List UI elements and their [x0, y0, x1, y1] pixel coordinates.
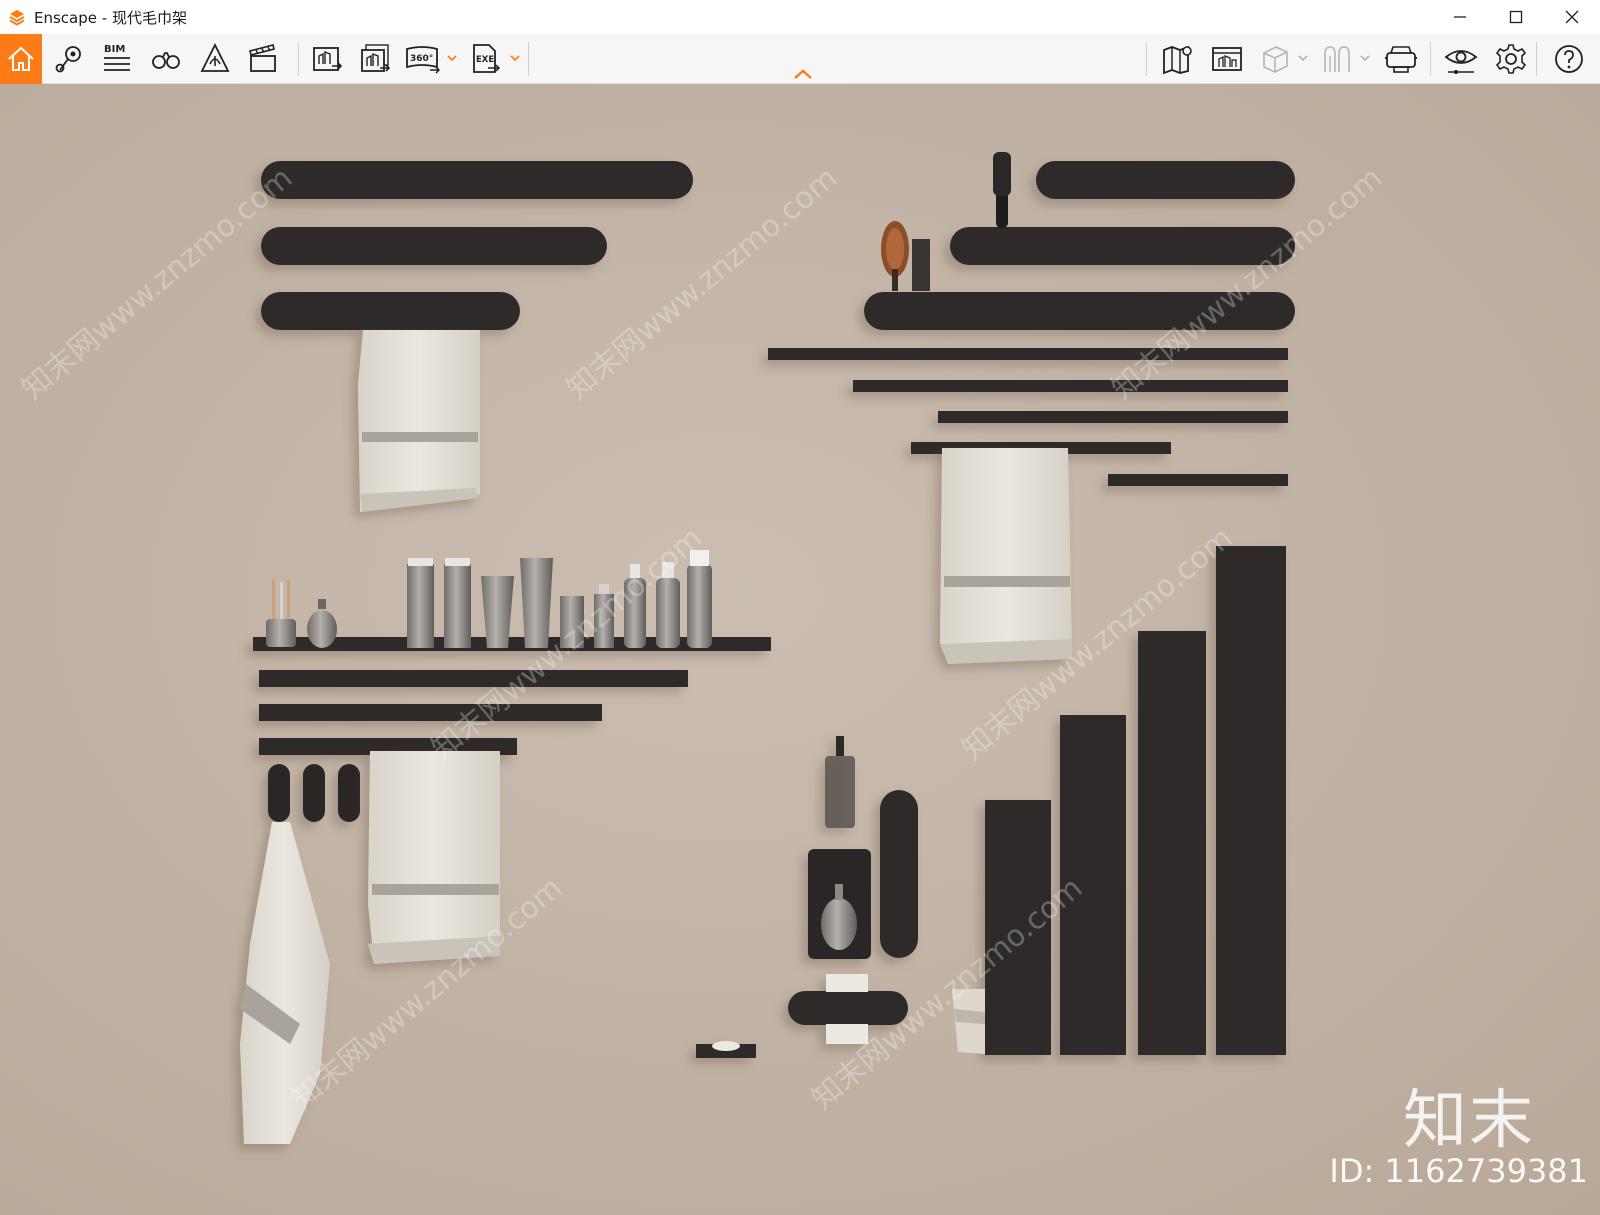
glass-dispenser: [825, 756, 855, 828]
enscape-logo-icon: [9, 10, 25, 26]
ledge-shelf: [259, 670, 688, 687]
cube-view-icon: [1263, 46, 1288, 73]
vr-headset-button[interactable]: [1380, 38, 1422, 80]
clapperboard-icon: [249, 44, 276, 72]
wall-hooks: [268, 764, 360, 822]
rounded-shelf: [261, 161, 693, 199]
rounded-shelf: [1036, 161, 1295, 199]
ledge-shelf: [259, 704, 602, 721]
rounded-shelf: [261, 292, 520, 330]
hanging-towel: [358, 330, 480, 512]
video-editor-button[interactable]: [242, 38, 284, 80]
panorama-button[interactable]: 360°: [402, 38, 444, 80]
settings-gear-icon: [1495, 44, 1527, 74]
app-name: Enscape: [34, 8, 97, 27]
close-icon: [1565, 10, 1579, 24]
collapse-toolbar-chevron-icon[interactable]: [792, 68, 814, 80]
cube-view-button[interactable]: [1254, 38, 1296, 80]
render-image-icon: [313, 47, 343, 71]
sun-study-icon: [1324, 46, 1350, 72]
window-controls: [1432, 0, 1600, 34]
export-exe-icon: EXE: [473, 44, 501, 73]
maximize-icon: [1509, 10, 1523, 24]
asset-library-button[interactable]: [194, 38, 236, 80]
close-button[interactable]: [1544, 0, 1600, 34]
toolbar-separator: [528, 42, 529, 76]
cube-view-dropdown-icon[interactable]: [1297, 52, 1309, 64]
window-title: Enscape - 现代毛巾架: [34, 7, 187, 28]
binoculars-icon: [152, 52, 180, 69]
hook: [338, 764, 360, 822]
render-window-icon: [1212, 47, 1242, 71]
rounded-shelf-group-top-left: [261, 161, 693, 330]
settings-button[interactable]: [1490, 38, 1532, 80]
home-icon: [8, 46, 34, 71]
thin-rail: [1108, 474, 1288, 486]
toolbar-separator: [1536, 42, 1537, 76]
render-viewport[interactable]: 知末网www.znzmo.com 知末网www.znzmo.com 知末网www…: [0, 84, 1600, 1215]
visual-settings-eye-icon: [1444, 50, 1478, 74]
home-button[interactable]: [0, 34, 42, 84]
walk-mode-button[interactable]: [145, 38, 187, 80]
toolbar-separator: [1146, 42, 1147, 76]
location-pin-icon: [55, 46, 81, 73]
oval-panel: [880, 790, 918, 958]
batch-render-button[interactable]: [354, 38, 396, 80]
hanging-towel: [940, 448, 1072, 664]
thin-rail: [938, 411, 1288, 423]
panorama-360-icon: 360°: [406, 46, 441, 74]
rounded-shelf: [261, 227, 607, 265]
hook: [268, 764, 290, 822]
maximize-button[interactable]: [1488, 0, 1544, 34]
visual-settings-button[interactable]: [1440, 38, 1482, 80]
tall-panel: [1216, 546, 1286, 1055]
asset-library-icon: [200, 42, 230, 72]
minimize-icon: [1454, 16, 1466, 18]
help-icon: [1555, 45, 1583, 73]
thin-rail: [853, 380, 1288, 392]
thin-rail: [768, 348, 1288, 360]
title-bar: Enscape - 现代毛巾架: [0, 0, 1600, 34]
rendered-scene: [240, 152, 1295, 1144]
bim-icon: BIM: [104, 44, 130, 71]
batch-render-icon: [361, 44, 391, 72]
soap-dispenser-set: [696, 736, 918, 1058]
render-window-button[interactable]: [1206, 38, 1248, 80]
document-title: 现代毛巾架: [111, 8, 187, 27]
title-separator: -: [97, 8, 112, 27]
toolbar-separator: [298, 42, 299, 76]
bim-button[interactable]: BIM: [96, 38, 138, 80]
export-dropdown-icon[interactable]: [509, 52, 521, 64]
export-label: EXE: [476, 55, 494, 65]
render-image-button[interactable]: [306, 38, 348, 80]
image-id-watermark: ID: 1162739381: [1329, 1152, 1588, 1190]
vr-headset-icon: [1385, 46, 1417, 73]
panorama-label: 360°: [410, 54, 433, 64]
panorama-dropdown-icon[interactable]: [446, 52, 458, 64]
brand-watermark: 知末: [1403, 1084, 1535, 1158]
map-button[interactable]: [1157, 38, 1199, 80]
tall-panel: [1138, 631, 1206, 1055]
toolbar-separator: [1430, 42, 1431, 76]
sun-study-dropdown-icon[interactable]: [1359, 52, 1371, 64]
views-button[interactable]: [48, 38, 90, 80]
sun-study-button[interactable]: [1316, 38, 1358, 80]
help-button[interactable]: [1548, 38, 1590, 80]
minimize-button[interactable]: [1432, 0, 1488, 34]
map-icon: [1163, 45, 1192, 75]
bim-text: BIM: [104, 44, 125, 55]
hair-brushes: [881, 152, 1011, 291]
hook: [303, 764, 325, 822]
export-button[interactable]: EXE: [464, 38, 506, 80]
